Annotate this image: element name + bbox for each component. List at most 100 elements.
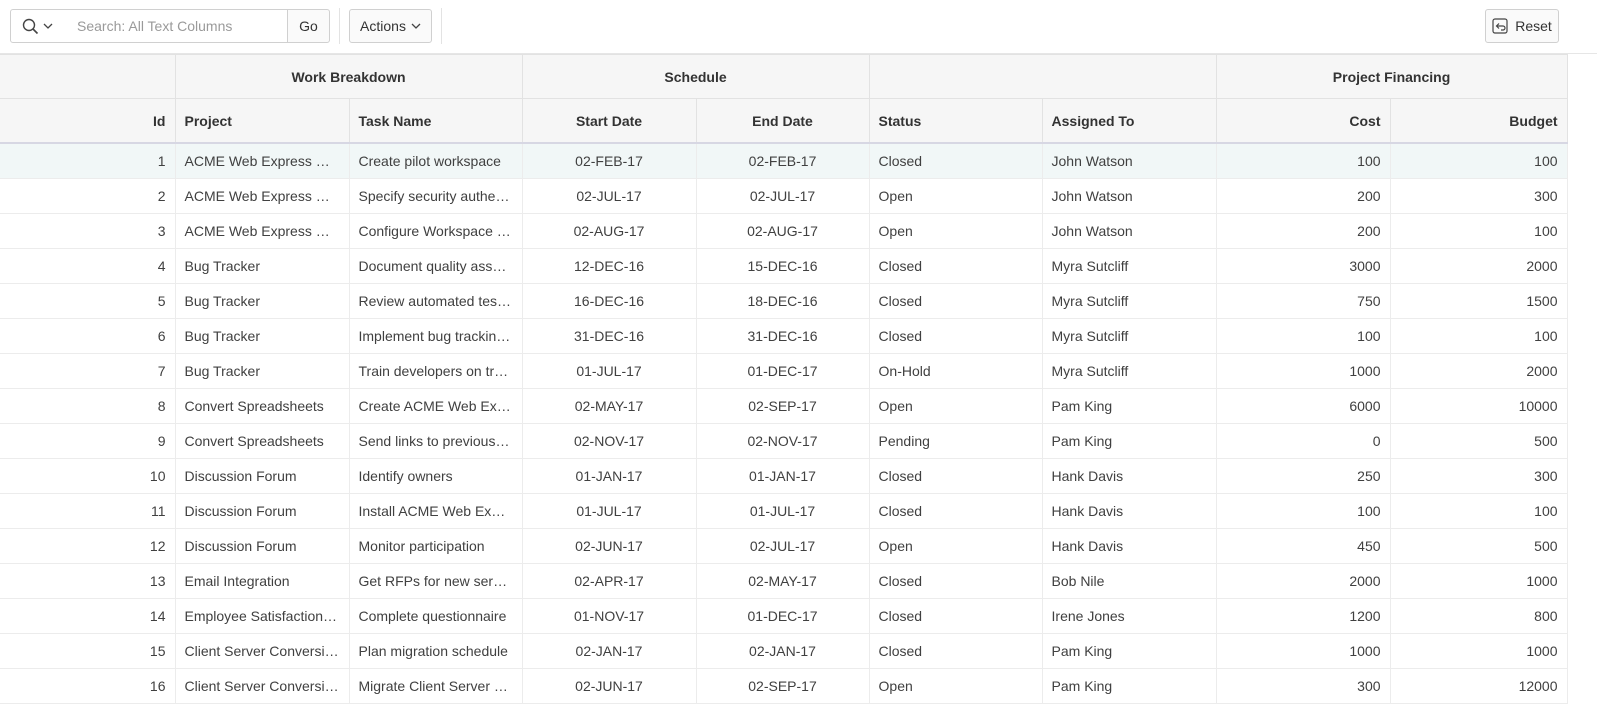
cell-start-date[interactable]: 12-DEC-16 [521,248,697,284]
cell-end-date[interactable]: 01-DEC-17 [695,353,870,389]
cell-id[interactable]: 12 [0,528,176,564]
cell-start-date[interactable]: 02-JUL-17 [521,178,697,214]
cell-end-date[interactable]: 01-DEC-17 [695,598,870,634]
cell-cost[interactable]: 200 [1215,213,1391,249]
cell-start-date[interactable]: 02-NOV-17 [521,423,697,459]
cell-end-date[interactable]: 02-JUL-17 [695,178,870,214]
table-row[interactable]: 1 ACME Web Express Conf… Create pilot work… [0,142,1568,179]
cell-status[interactable]: Open [868,213,1043,249]
cell-end-date[interactable]: 31-DEC-16 [695,318,870,354]
cell-task-name[interactable]: Migrate Client Server app… [348,668,523,704]
cell-task-name[interactable]: Create pilot workspace [348,142,523,179]
cell-assigned-to[interactable]: Myra Sutcliff [1041,353,1217,389]
cell-budget[interactable]: 2000 [1389,248,1568,284]
cell-cost[interactable]: 100 [1215,318,1391,354]
cell-id[interactable]: 8 [0,388,176,424]
table-row[interactable]: 12 Discussion Forum Monitor participation 0… [0,528,1568,564]
cell-budget[interactable]: 1500 [1389,283,1568,319]
cell-task-name[interactable]: Implement bug tracking … [348,318,523,354]
cell-status[interactable]: Closed [868,318,1043,354]
cell-cost[interactable]: 100 [1215,142,1391,179]
cell-project[interactable]: Client Server Conversion [174,633,350,669]
cell-end-date[interactable]: 02-AUG-17 [695,213,870,249]
column-header-cost[interactable]: Cost [1215,98,1391,144]
cell-start-date[interactable]: 16-DEC-16 [521,283,697,319]
cell-assigned-to[interactable]: Myra Sutcliff [1041,318,1217,354]
table-row[interactable]: 7 Bug Tracker Train developers on track… 01… [0,353,1568,389]
cell-project[interactable]: Convert Spreadsheets [174,423,350,459]
cell-budget[interactable]: 500 [1389,528,1568,564]
table-row[interactable]: 3 ACME Web Express Conf… Configure Workspa… [0,213,1568,249]
cell-id[interactable]: 2 [0,178,176,214]
cell-end-date[interactable]: 02-SEP-17 [695,388,870,424]
cell-id[interactable]: 15 [0,633,176,669]
cell-status[interactable]: Open [868,178,1043,214]
cell-budget[interactable]: 300 [1389,178,1568,214]
cell-status[interactable]: Closed [868,563,1043,599]
cell-cost[interactable]: 6000 [1215,388,1391,424]
cell-budget[interactable]: 100 [1389,318,1568,354]
cell-assigned-to[interactable]: John Watson [1041,142,1217,179]
cell-budget[interactable]: 300 [1389,458,1568,494]
cell-project[interactable]: ACME Web Express Conf… [174,178,350,214]
reset-button[interactable]: Reset [1485,9,1559,43]
cell-project[interactable]: ACME Web Express Conf… [174,142,350,179]
cell-project[interactable]: Bug Tracker [174,318,350,354]
table-row[interactable]: 16 Client Server Conversion Migrate Client… [0,668,1568,704]
table-row[interactable]: 8 Convert Spreadsheets Create ACME Web Exp… [0,388,1568,424]
cell-assigned-to[interactable]: John Watson [1041,178,1217,214]
cell-id[interactable]: 11 [0,493,176,529]
cell-end-date[interactable]: 02-NOV-17 [695,423,870,459]
cell-end-date[interactable]: 02-JUL-17 [695,528,870,564]
table-row[interactable]: 6 Bug Tracker Implement bug tracking … 31-D… [0,318,1568,354]
cell-start-date[interactable]: 02-AUG-17 [521,213,697,249]
cell-assigned-to[interactable]: John Watson [1041,213,1217,249]
cell-status[interactable]: On-Hold [868,353,1043,389]
cell-id[interactable]: 7 [0,353,176,389]
column-header-assigned-to[interactable]: Assigned To [1041,98,1217,144]
cell-start-date[interactable]: 01-JUL-17 [521,493,697,529]
cell-project[interactable]: Email Integration [174,563,350,599]
cell-id[interactable]: 5 [0,283,176,319]
column-header-end-date[interactable]: End Date [695,98,870,144]
column-header-start-date[interactable]: Start Date [521,98,697,144]
table-row[interactable]: 13 Email Integration Get RFPs for new serv… [0,563,1568,599]
cell-budget[interactable]: 800 [1389,598,1568,634]
cell-task-name[interactable]: Document quality assura… [348,248,523,284]
cell-status[interactable]: Closed [868,458,1043,494]
cell-id[interactable]: 13 [0,563,176,599]
column-header-task-name[interactable]: Task Name [348,98,523,144]
cell-assigned-to[interactable]: Pam King [1041,633,1217,669]
cell-cost[interactable]: 300 [1215,668,1391,704]
table-row[interactable]: 4 Bug Tracker Document quality assura… 12-D… [0,248,1568,284]
column-header-budget[interactable]: Budget [1389,98,1568,144]
search-input[interactable] [64,9,288,43]
cell-budget[interactable]: 12000 [1389,668,1568,704]
cell-project[interactable]: Bug Tracker [174,353,350,389]
cell-status[interactable]: Closed [868,633,1043,669]
cell-budget[interactable]: 500 [1389,423,1568,459]
cell-end-date[interactable]: 01-JAN-17 [695,458,870,494]
cell-end-date[interactable]: 18-DEC-16 [695,283,870,319]
cell-assigned-to[interactable]: Hank Davis [1041,528,1217,564]
cell-end-date[interactable]: 02-JAN-17 [695,633,870,669]
cell-status[interactable]: Open [868,668,1043,704]
cell-end-date[interactable]: 01-JUL-17 [695,493,870,529]
cell-budget[interactable]: 1000 [1389,563,1568,599]
cell-cost[interactable]: 0 [1215,423,1391,459]
cell-assigned-to[interactable]: Irene Jones [1041,598,1217,634]
cell-cost[interactable]: 1000 [1215,633,1391,669]
cell-start-date[interactable]: 02-JUN-17 [521,668,697,704]
cell-status[interactable]: Closed [868,248,1043,284]
cell-project[interactable]: Convert Spreadsheets [174,388,350,424]
cell-cost[interactable]: 2000 [1215,563,1391,599]
table-row[interactable]: 5 Bug Tracker Review automated testin… 16-D… [0,283,1568,319]
cell-project[interactable]: Employee Satisfaction Su… [174,598,350,634]
cell-task-name[interactable]: Install ACME Web Expres… [348,493,523,529]
table-row[interactable]: 9 Convert Spreadsheets Send links to previ… [0,423,1568,459]
cell-task-name[interactable]: Identify owners [348,458,523,494]
cell-task-name[interactable]: Plan migration schedule [348,633,523,669]
cell-status[interactable]: Closed [868,142,1043,179]
table-row[interactable]: 11 Discussion Forum Install ACME Web Expre… [0,493,1568,529]
cell-cost[interactable]: 750 [1215,283,1391,319]
